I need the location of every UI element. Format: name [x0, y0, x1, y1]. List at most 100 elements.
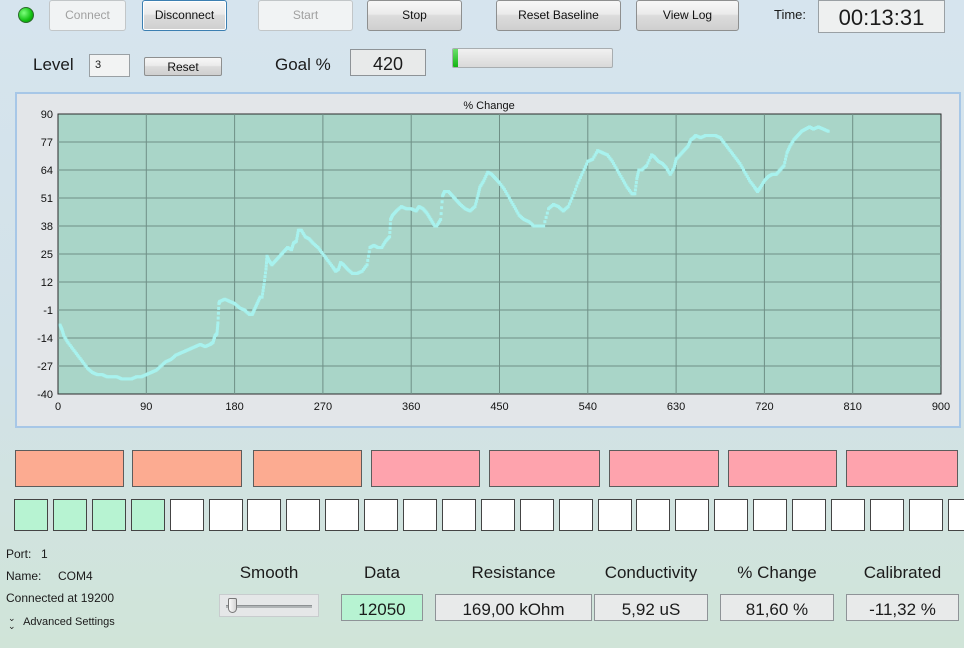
data-point	[474, 202, 478, 206]
goal-progress-bar	[452, 48, 613, 68]
level-square	[364, 499, 399, 531]
slider-thumb[interactable]	[228, 598, 237, 613]
time-label: Time:	[774, 7, 807, 22]
level-input[interactable]: 3	[89, 54, 130, 77]
data-point	[634, 180, 638, 184]
level-label: Level	[33, 55, 74, 74]
advanced-settings-toggle[interactable]: ⌄ ⌄ Advanced Settings	[8, 613, 115, 631]
y-tick-label: 77	[41, 137, 53, 149]
y-tick-label: -1	[43, 305, 53, 317]
level-square	[558, 499, 593, 531]
data-point	[545, 211, 549, 215]
start-button[interactable]: Start	[258, 0, 353, 31]
level-square	[286, 499, 321, 531]
data-label: Data	[364, 563, 400, 582]
data-point	[216, 311, 220, 315]
view-log-button[interactable]: View Log	[636, 0, 739, 31]
y-tick-label: -40	[37, 389, 53, 401]
data-point	[260, 295, 264, 299]
level-reset-button[interactable]: Reset	[144, 57, 222, 76]
data-point	[295, 236, 299, 240]
data-point	[543, 220, 547, 224]
data-point	[782, 164, 786, 168]
data-point	[366, 258, 370, 262]
data-point	[571, 194, 575, 198]
x-tick-label: 180	[225, 401, 243, 413]
level-square	[130, 499, 165, 531]
y-tick-label: 12	[41, 277, 53, 289]
percent-change-value: 81,60 %	[720, 594, 834, 621]
data-point	[215, 326, 219, 330]
data-point	[633, 192, 637, 196]
y-tick-label: 90	[41, 109, 53, 121]
smooth-slider[interactable]	[219, 594, 319, 617]
data-point	[388, 235, 392, 239]
data-point	[261, 292, 265, 296]
data-point	[264, 264, 268, 268]
percent-change-label: % Change	[737, 563, 817, 582]
data-point	[216, 316, 220, 320]
y-tick-label: 51	[41, 193, 53, 205]
level-square	[830, 499, 865, 531]
data-point	[388, 222, 392, 226]
x-tick-label: 90	[140, 401, 152, 413]
data-point	[215, 332, 219, 336]
level-square	[597, 499, 632, 531]
x-tick-label: 360	[402, 401, 420, 413]
elapsed-time-display: 00:13:31	[818, 0, 945, 33]
feedback-pad	[846, 450, 958, 487]
reset-baseline-button[interactable]: Reset Baseline	[496, 0, 621, 31]
data-point	[647, 158, 651, 162]
level-square	[636, 499, 671, 531]
connection-status-text: Connected at 19200	[6, 591, 115, 605]
data-point	[215, 329, 219, 333]
chevron-double-down-icon: ⌄ ⌄	[8, 613, 16, 631]
data-point	[473, 205, 477, 209]
level-square	[403, 499, 437, 531]
data-point	[388, 226, 392, 230]
level-square	[675, 499, 710, 531]
disconnect-button[interactable]: Disconnect	[142, 0, 227, 31]
level-square	[52, 499, 87, 531]
level-square	[792, 499, 826, 531]
data-point	[581, 170, 585, 174]
data-point	[216, 321, 220, 325]
chart-title: % Change	[463, 100, 514, 112]
level-square	[714, 499, 749, 531]
x-tick-label: 0	[55, 401, 61, 413]
data-point	[542, 224, 546, 228]
data-point	[439, 218, 443, 222]
data-point	[440, 206, 444, 210]
name-label: Name:	[6, 569, 42, 583]
x-tick-label: 900	[932, 401, 950, 413]
data-point	[575, 184, 579, 188]
level-square	[753, 499, 788, 531]
goal-label: Goal %	[275, 55, 331, 74]
data-point	[217, 306, 221, 310]
level-square	[247, 499, 282, 531]
y-tick-label: -27	[37, 361, 53, 373]
data-point	[566, 205, 570, 209]
smooth-label: Smooth	[239, 563, 299, 582]
feedback-pad	[15, 450, 124, 487]
data-point	[646, 161, 650, 165]
connection-status-led	[18, 7, 34, 23]
calibrated-label: Calibrated	[863, 563, 942, 582]
x-tick-label: 810	[844, 401, 862, 413]
data-point	[634, 184, 638, 188]
stop-button[interactable]: Stop	[367, 0, 462, 31]
goal-progress-fill	[453, 49, 458, 67]
percent-change-chart: % Change 0 90 180 270 360 450 540 630 720 810 900 9…	[37, 100, 950, 413]
y-tick-label: -14	[37, 333, 53, 345]
data-point	[474, 199, 478, 203]
data-point	[475, 197, 479, 201]
data-point	[296, 231, 300, 235]
goal-value-box[interactable]: 420	[350, 49, 426, 76]
data-point	[263, 275, 267, 279]
data-point	[826, 129, 830, 133]
level-square	[14, 499, 48, 531]
y-tick-label: 38	[41, 221, 53, 233]
calibrated-value: -11,32 %	[846, 594, 959, 621]
connect-button[interactable]: Connect	[49, 0, 126, 31]
y-tick-label: 64	[41, 165, 53, 177]
